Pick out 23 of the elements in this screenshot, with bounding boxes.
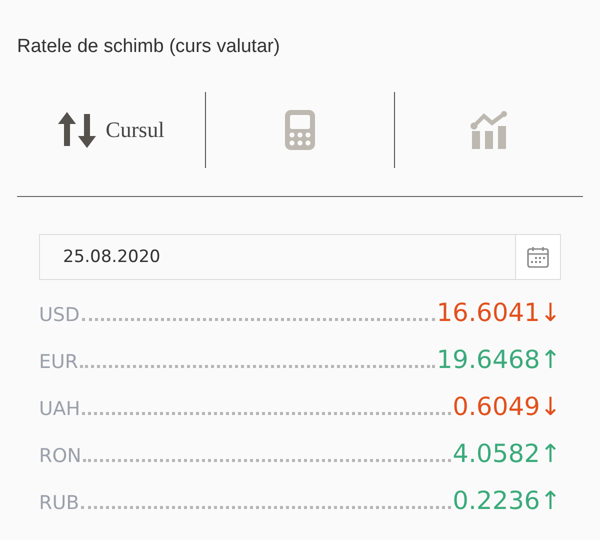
rate-value: 4.0582 — [452, 439, 540, 468]
currency-code: USD — [39, 304, 80, 326]
currency-code: RUB — [39, 492, 80, 514]
trend-arrow: ↓ — [540, 298, 561, 327]
chart-icon — [470, 111, 508, 149]
trend-arrow: ↓ — [540, 392, 561, 421]
trend-arrow: ↑ — [540, 345, 561, 374]
trend-arrow: ↑ — [540, 486, 561, 515]
rate-value: 19.6468 — [436, 345, 540, 374]
tab[interactable]: Cursul — [17, 100, 205, 160]
date-field[interactable]: 25.08.2020 — [39, 234, 515, 280]
calendar-icon — [526, 245, 550, 269]
currency-code: EUR — [39, 351, 78, 373]
page-title: Ratele de schimb (curs valutar) — [17, 35, 281, 58]
rate-value: 0.2236 — [452, 486, 540, 515]
currency-code: UAH — [39, 398, 80, 420]
rate-value: 16.6041 — [436, 298, 540, 327]
calculator-icon — [285, 110, 315, 150]
swap-arrows-icon — [58, 112, 96, 148]
calendar-button[interactable] — [515, 234, 561, 280]
currency-code: RON — [39, 445, 82, 467]
trend-arrow: ↑ — [540, 439, 561, 468]
rate-value: 0.6049 — [452, 392, 540, 421]
